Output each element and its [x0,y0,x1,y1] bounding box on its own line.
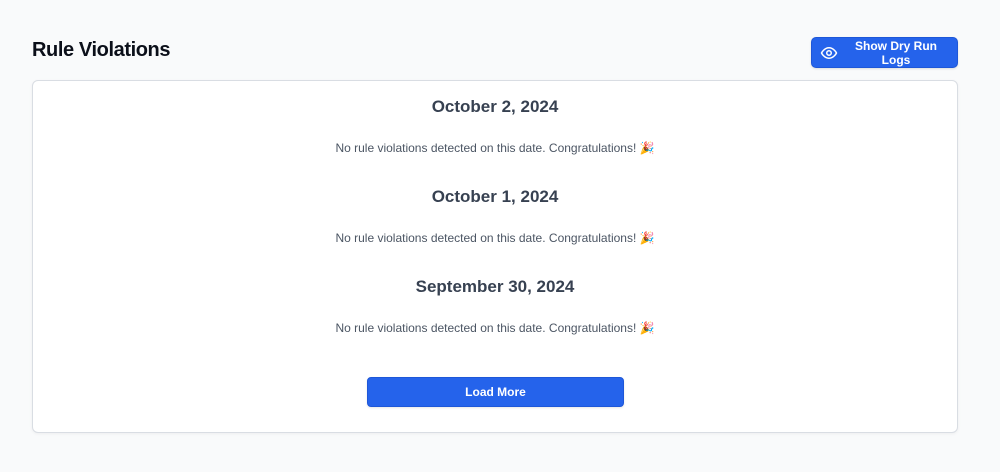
no-violations-message: No rule violations detected on this date… [335,141,655,155]
page-title: Rule Violations [32,39,171,61]
page-header: Rule Violations Show Dry Run Logs [32,37,958,68]
no-violations-message: No rule violations detected on this date… [335,321,655,335]
date-heading: October 2, 2024 [431,97,559,116]
violation-date-section: September 30, 2024 No rule violations de… [33,275,957,347]
load-more-button[interactable]: Load More [367,377,624,407]
no-violations-message: No rule violations detected on this date… [335,231,655,245]
violations-card: October 2, 2024 No rule violations detec… [32,80,958,433]
rule-violations-page: Rule Violations Show Dry Run Logs Octobe… [0,0,1000,472]
violation-date-section: October 1, 2024 No rule violations detec… [33,185,957,257]
show-dry-run-logs-label: Show Dry Run Logs [854,38,937,67]
violation-date-section: October 2, 2024 No rule violations detec… [33,95,957,167]
date-heading: October 1, 2024 [431,187,559,206]
eye-icon [820,44,838,62]
show-dry-run-logs-button[interactable]: Show Dry Run Logs [811,37,958,68]
date-heading: September 30, 2024 [415,277,575,296]
